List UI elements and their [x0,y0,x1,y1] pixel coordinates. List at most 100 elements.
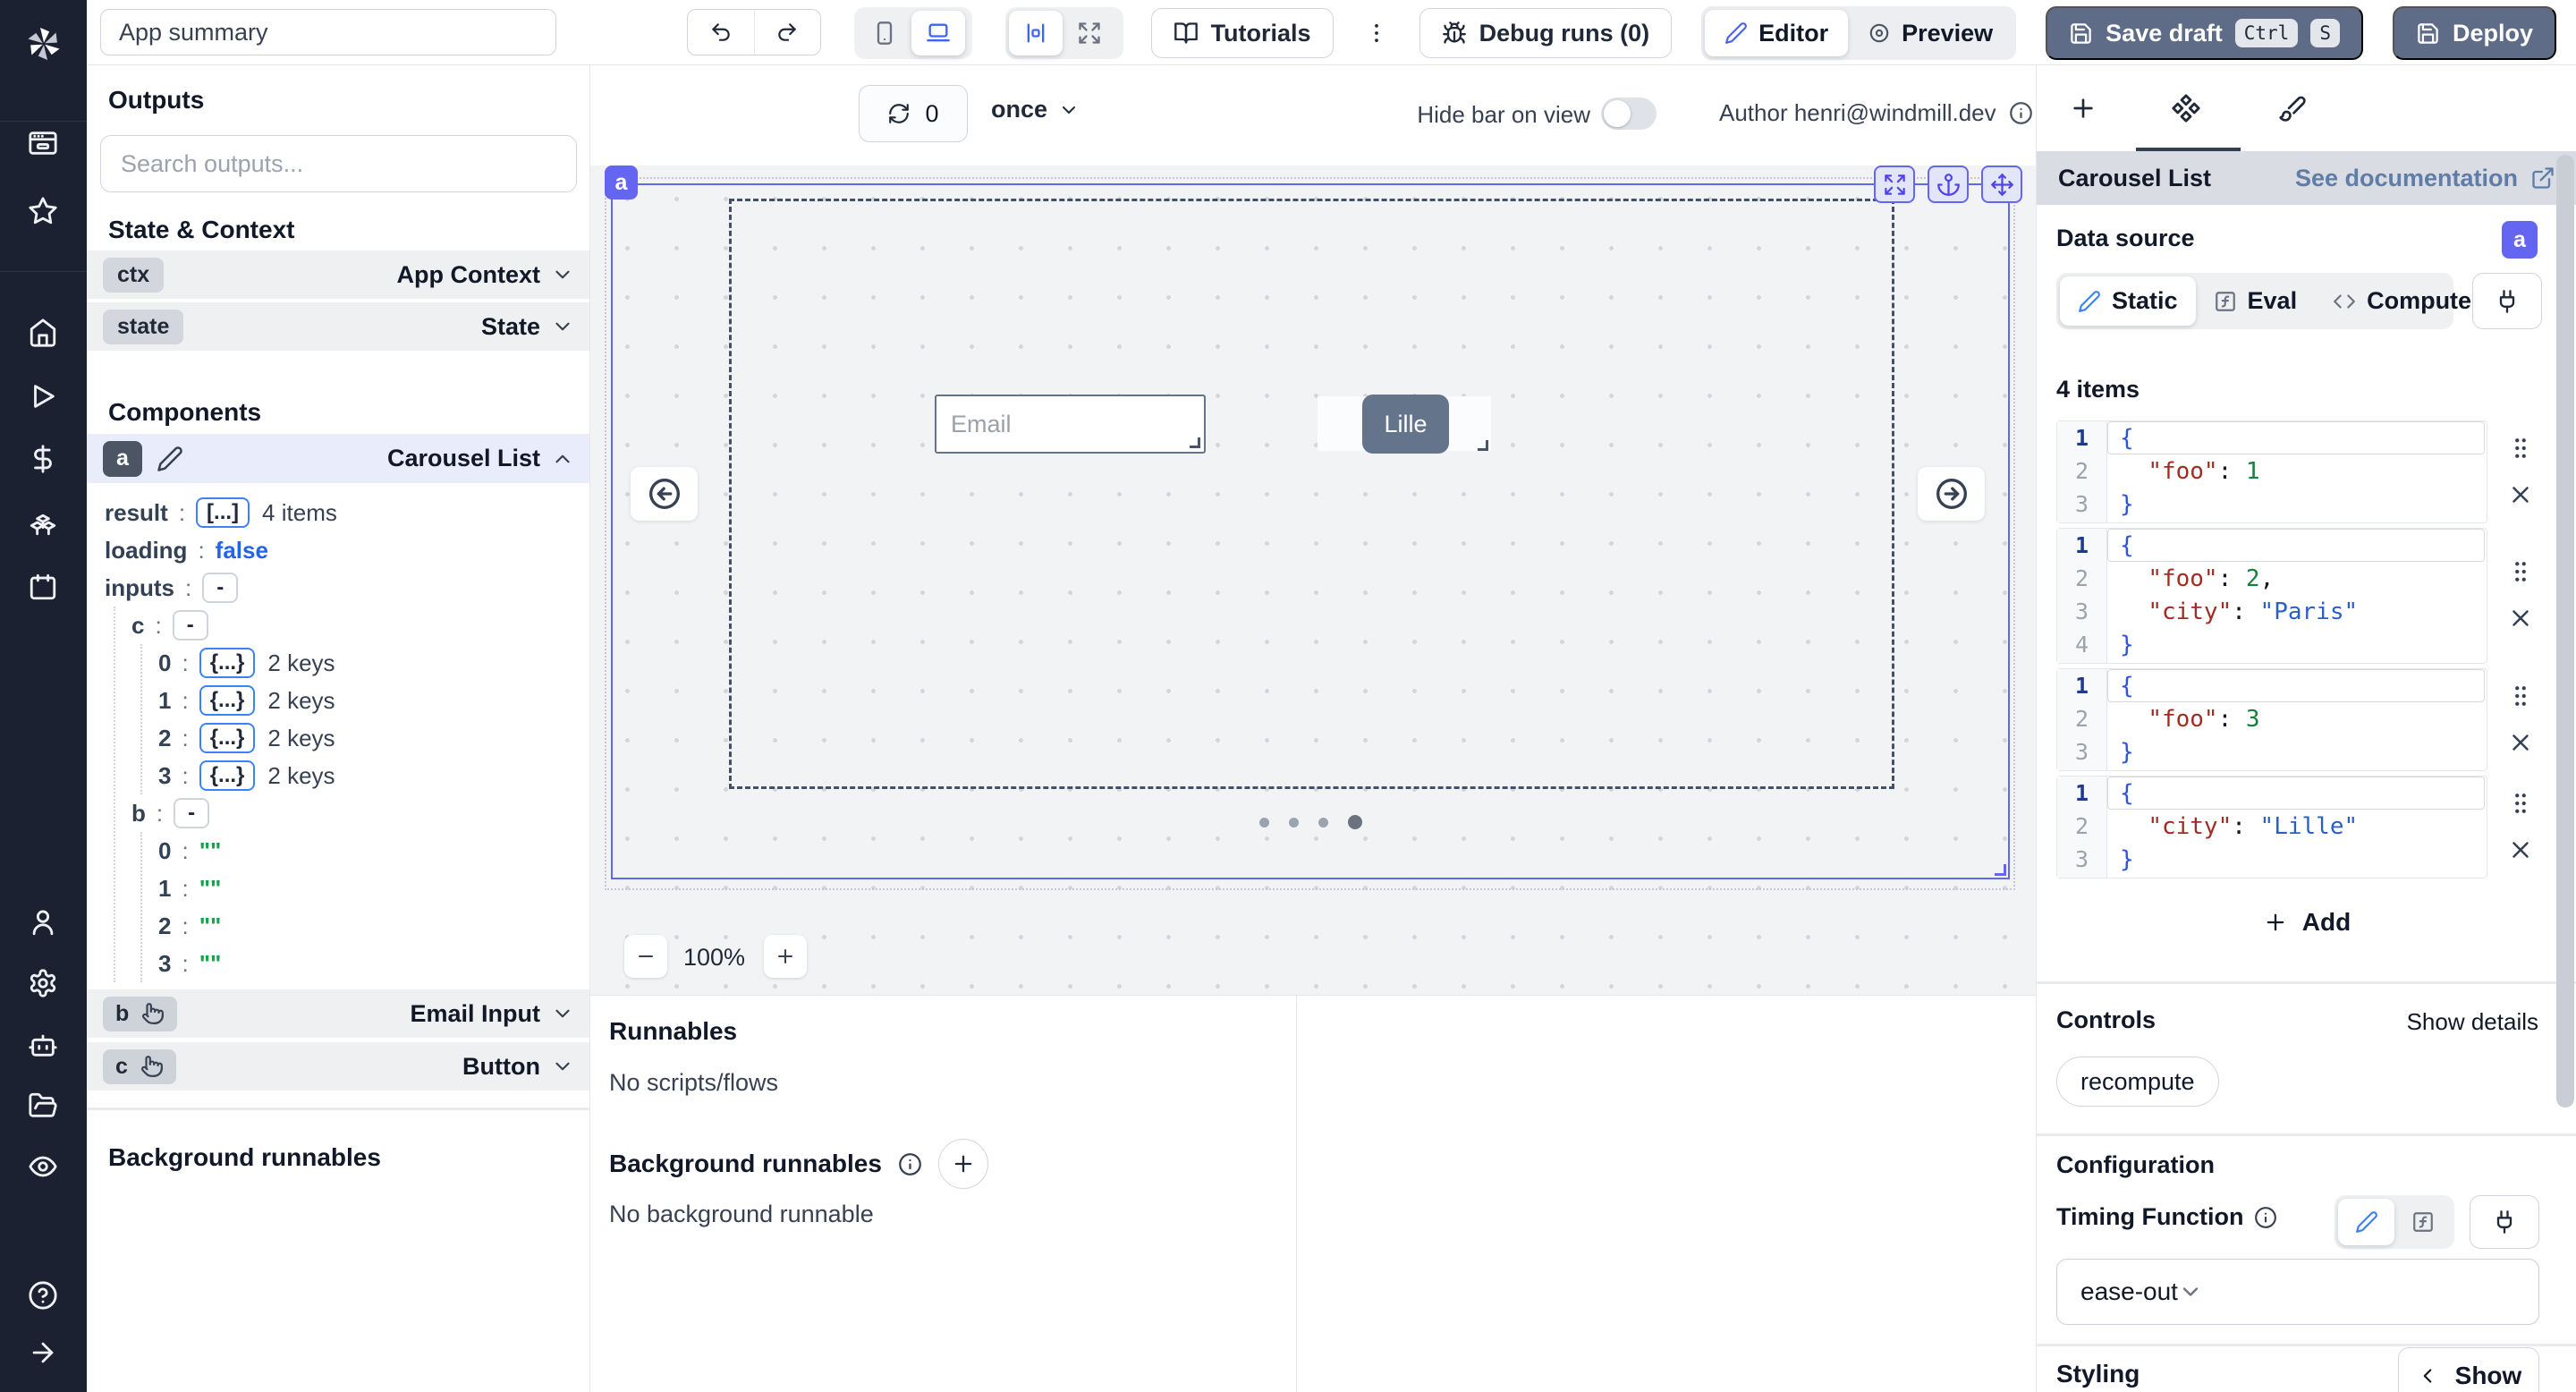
compute-mode-button[interactable]: Compute [2315,276,2489,326]
mobile-view-button[interactable] [858,11,911,55]
styling-tab[interactable] [2267,85,2318,132]
carousel-prev-button[interactable] [631,467,698,521]
resize-handle[interactable] [1478,440,1488,451]
preview-tab[interactable]: Preview [1848,10,2012,56]
component-tag[interactable]: a [605,166,638,199]
component-resize-handle[interactable] [1995,864,2006,876]
component-row-a[interactable]: a Carousel List [87,434,590,483]
styling-show-button[interactable]: Show [2398,1347,2539,1392]
center-layout-button[interactable] [1009,11,1063,55]
info-icon[interactable] [898,1152,922,1176]
chevron-down-icon[interactable] [551,263,574,286]
component-row-c[interactable]: c Button [87,1042,590,1092]
carousel-drop-zone[interactable] [729,199,1894,789]
tree-expand-pill[interactable]: - [173,610,208,641]
star-icon[interactable] [28,196,58,226]
tree-expand-pill[interactable]: - [174,798,209,828]
carousel-dot-2[interactable] [1289,818,1299,828]
add-background-runnable-button[interactable] [938,1139,988,1189]
component-settings-tab[interactable] [2161,85,2211,132]
eye-icon[interactable] [28,1151,58,1182]
delete-item-icon[interactable] [2507,605,2534,632]
see-documentation-link[interactable]: See documentation [2295,165,2555,192]
tree-expand-pill[interactable]: {...} [199,760,256,791]
drag-handle-icon[interactable] [2507,683,2534,709]
tutorials-button[interactable]: Tutorials [1151,8,1334,58]
drag-handle-icon[interactable] [2507,435,2534,462]
editor-content[interactable]: { "city": "Lille"} [2107,777,2487,878]
help-circle-icon[interactable] [28,1280,58,1311]
app-canvas[interactable]: a Email Lille [590,166,2036,995]
editor-tab[interactable]: Editor [1705,10,1848,56]
eval-mode-button[interactable]: Eval [2196,276,2316,326]
tree-expand-pill[interactable]: {...} [199,685,256,716]
zoom-out-button[interactable] [624,935,667,978]
arrow-right-icon[interactable] [28,1337,58,1368]
calendar-icon[interactable] [28,572,58,602]
rename-pencil-icon[interactable] [157,446,183,472]
editor-content[interactable]: { "foo": 1} [2107,421,2487,522]
user-icon[interactable] [28,907,58,938]
drag-handle-icon[interactable] [2507,790,2534,817]
home-icon[interactable] [28,318,58,348]
hide-bar-toggle[interactable] [1601,98,1657,130]
expand-component-button[interactable] [1874,166,1915,203]
debug-runs-button[interactable]: Debug runs (0) [1419,8,1673,58]
desktop-view-button[interactable] [911,11,965,55]
dollar-icon[interactable] [28,444,58,474]
chevron-down-icon[interactable] [551,1002,574,1025]
schedule-dropdown[interactable]: once [991,96,1080,123]
chevron-up-icon[interactable] [551,447,574,471]
delete-item-icon[interactable] [2507,481,2534,508]
chevron-down-icon[interactable] [551,1055,574,1078]
search-outputs-input[interactable] [100,135,577,192]
json-item-editor-2[interactable]: 1234{ "foo": 2, "city": "Paris"} [2056,528,2487,664]
app-summary-input[interactable] [100,9,556,55]
insert-component-tab[interactable] [2058,85,2108,132]
info-icon[interactable] [2254,1206,2277,1229]
drag-handle-icon[interactable] [2507,558,2534,585]
move-component-button[interactable] [1981,166,2022,203]
carousel-next-button[interactable] [1918,467,1985,521]
save-draft-button[interactable]: Save draft Ctrl S [2046,6,2363,60]
gear-icon[interactable] [28,968,58,998]
tree-expand-pill[interactable]: - [202,573,238,603]
anchor-component-button[interactable] [1928,166,1969,203]
app-window-icon[interactable] [28,128,58,158]
resize-handle[interactable] [1190,437,1200,448]
component-row-b[interactable]: b Email Input [87,989,590,1040]
timing-plug-button[interactable] [2470,1195,2539,1249]
lille-button-component[interactable]: Lille [1362,395,1449,454]
show-details-link[interactable]: Show details [2407,1008,2538,1036]
state-row[interactable]: state State [87,302,590,352]
full-width-button[interactable] [1063,11,1116,55]
info-icon[interactable] [2009,101,2033,125]
json-item-editor-4[interactable]: 123{ "city": "Lille"} [2056,776,2487,878]
add-item-button[interactable]: Add [2037,908,2576,937]
carousel-dot-4[interactable] [1348,815,1362,829]
timing-eval-button[interactable] [2394,1199,2451,1245]
folder-open-icon[interactable] [28,1091,58,1121]
json-item-editor-1[interactable]: 123{ "foo": 1} [2056,420,2487,523]
redo-button[interactable] [754,10,821,55]
email-input-component[interactable]: Email [935,395,1206,454]
timing-function-select[interactable]: ease-out [2056,1259,2539,1325]
scrollbar-thumb[interactable] [2556,155,2574,1108]
static-mode-button[interactable]: Static [2060,276,2196,326]
windmill-logo[interactable] [0,0,87,87]
chevron-down-icon[interactable] [551,315,574,338]
editor-content[interactable]: { "foo": 3} [2107,669,2487,770]
recompute-button[interactable]: recompute [2056,1057,2219,1107]
play-icon[interactable] [28,381,58,412]
tree-expand-pill[interactable]: {...} [199,723,256,753]
timing-static-button[interactable] [2338,1199,2394,1245]
boxes-icon[interactable] [28,507,58,538]
refresh-counter-button[interactable]: 0 [859,85,968,142]
carousel-dot-3[interactable] [1318,818,1328,828]
ctx-row[interactable]: ctx App Context [87,250,590,301]
editor-content[interactable]: { "foo": 2, "city": "Paris"} [2107,529,2487,663]
deploy-button[interactable]: Deploy [2393,6,2556,60]
undo-button[interactable] [688,10,754,55]
bot-icon[interactable] [28,1030,58,1060]
tree-expand-pill[interactable]: [...] [196,497,250,528]
